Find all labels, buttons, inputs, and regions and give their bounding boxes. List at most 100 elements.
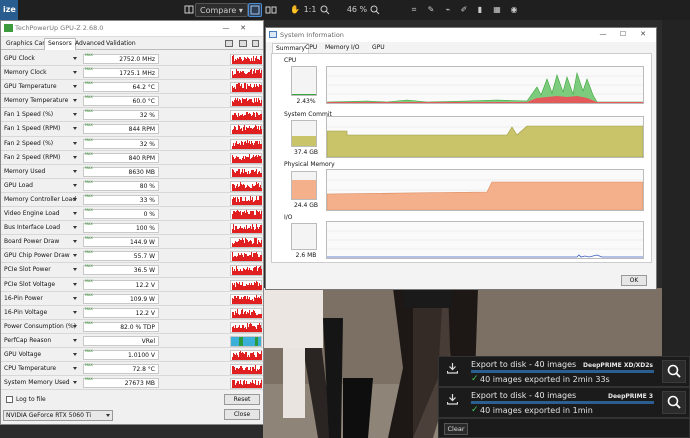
search-icon xyxy=(667,364,681,378)
cpu-usage-fill xyxy=(292,94,316,95)
chevron-down-icon[interactable] xyxy=(73,296,77,300)
gradient-icon[interactable]: ▦ xyxy=(491,3,503,17)
zoom-1to1-button[interactable]: 1:1 xyxy=(302,3,318,17)
tab-validation[interactable]: Validation xyxy=(103,39,139,50)
chevron-down-icon[interactable] xyxy=(73,169,77,173)
split-view-button[interactable] xyxy=(264,3,278,17)
commit-history-area xyxy=(326,125,644,158)
sensor-graph xyxy=(230,265,262,277)
chevron-down-icon[interactable] xyxy=(73,212,77,216)
chevron-down-icon[interactable] xyxy=(73,324,77,328)
chevron-down-icon[interactable] xyxy=(73,113,77,117)
graph-bar xyxy=(261,327,262,332)
reveal-button[interactable] xyxy=(662,391,686,414)
chevron-down-icon[interactable] xyxy=(73,141,77,145)
gpuz-tab-bar: Graphics Card Sensors Advanced Validatio… xyxy=(1,37,263,50)
close-icon[interactable]: ✕ xyxy=(636,29,650,40)
compare-icon[interactable] xyxy=(184,3,194,17)
download-icon xyxy=(447,394,458,405)
chevron-down-icon[interactable] xyxy=(73,381,77,385)
sensor-value: 144.9 W xyxy=(83,237,159,248)
memory-history-svg xyxy=(326,179,644,211)
eye-icon[interactable]: ◉ xyxy=(508,3,520,17)
tab-cpu[interactable]: CPU xyxy=(302,43,320,53)
chevron-down-icon[interactable] xyxy=(73,352,77,356)
sensor-max-tag: MAX xyxy=(85,320,93,325)
sensor-max-tag: MAX xyxy=(85,53,93,57)
export-title: Export to disk - 40 images xyxy=(471,360,577,369)
sensor-name: System Memory Used xyxy=(4,379,70,387)
sensor-name: GPU Clock xyxy=(4,55,35,62)
cpu-history-graph xyxy=(326,66,644,104)
graph-bar xyxy=(261,284,262,290)
pen-icon[interactable]: ✐ xyxy=(458,3,470,17)
menu-icon[interactable] xyxy=(252,40,259,47)
memory-usage-bar xyxy=(291,171,317,200)
chevron-down-icon[interactable] xyxy=(73,71,77,75)
chevron-down-icon[interactable] xyxy=(73,127,77,131)
chevron-down-icon[interactable] xyxy=(73,254,77,258)
sensor-value: 1725.1 MHz xyxy=(83,68,159,79)
minimize-icon[interactable]: — xyxy=(596,29,610,40)
tab-sensors[interactable]: Sensors xyxy=(44,38,76,50)
chevron-down-icon[interactable] xyxy=(73,85,77,89)
reveal-button[interactable] xyxy=(662,360,686,383)
eyedropper-icon[interactable]: ✎ xyxy=(425,3,437,17)
log-to-file-checkbox[interactable] xyxy=(6,396,13,403)
clear-button[interactable]: Clear xyxy=(444,423,468,435)
sensor-value: 12.2 V xyxy=(83,279,159,290)
camera-icon[interactable] xyxy=(225,40,233,47)
chevron-down-icon[interactable] xyxy=(73,183,77,187)
maximize-icon[interactable]: ☐ xyxy=(616,29,630,40)
chevron-down-icon[interactable] xyxy=(73,310,77,314)
graph-bar xyxy=(261,255,262,262)
sensor-value: 27673 MB xyxy=(83,378,159,389)
close-icon[interactable]: ✕ xyxy=(236,23,250,34)
zoom-out-icon[interactable] xyxy=(320,3,330,17)
reset-button[interactable]: Reset xyxy=(224,394,260,405)
tab-gpu[interactable]: GPU xyxy=(369,43,388,53)
chevron-down-icon[interactable] xyxy=(73,240,77,244)
crop-icon[interactable]: ⌗ xyxy=(408,3,420,17)
chevron-down-icon[interactable] xyxy=(73,367,77,371)
chevron-down-icon[interactable] xyxy=(73,338,77,342)
commit-usage-value: 37.4 GB xyxy=(293,149,319,156)
compare-button[interactable]: Compare ▾ xyxy=(195,3,248,17)
sensor-graph xyxy=(230,180,262,192)
zoom-in-icon[interactable] xyxy=(370,3,380,17)
refresh-icon[interactable] xyxy=(239,40,247,47)
single-view-button[interactable] xyxy=(248,3,262,17)
sensor-value: 0 % xyxy=(83,209,159,220)
chevron-down-icon[interactable] xyxy=(73,155,77,159)
sysinfo-titlebar[interactable]: System Information — ☐ ✕ xyxy=(266,28,656,42)
mask-icon[interactable]: ▮ xyxy=(474,3,486,17)
sysinfo-title: System Information xyxy=(280,31,344,39)
sensor-max-tag: MAX xyxy=(85,109,93,114)
sensor-max-tag: MAX xyxy=(85,165,93,170)
tab-io[interactable]: I/O xyxy=(348,43,363,53)
sensor-row: Bus Interface Load 100 % MAX xyxy=(1,221,263,236)
minimize-icon[interactable]: — xyxy=(219,23,233,34)
sensor-row: GPU Temperature 64.2 °C MAX xyxy=(1,80,263,95)
chevron-down-icon[interactable] xyxy=(73,197,77,201)
chevron-down-icon[interactable] xyxy=(73,226,77,230)
sensor-name: PCIe Slot Voltage xyxy=(4,280,56,288)
chevron-down-icon[interactable] xyxy=(73,268,77,272)
export-progress-bar xyxy=(471,370,654,373)
zoom-level-field[interactable]: 46 % xyxy=(345,3,369,17)
gpuz-titlebar[interactable]: TechPowerUp GPU-Z 2.68.0 — ✕ xyxy=(1,21,263,37)
chevron-down-icon[interactable] xyxy=(73,57,77,60)
cpu-history-svg xyxy=(326,71,644,104)
hand-icon[interactable]: ✋ xyxy=(289,3,301,17)
sensor-graph xyxy=(230,152,262,164)
brush-icon[interactable]: ⌁ xyxy=(442,3,454,17)
sensor-value: 60.0 °C xyxy=(83,96,159,107)
close-button[interactable]: Close xyxy=(224,409,260,420)
chevron-down-icon[interactable] xyxy=(73,282,77,286)
gpu-select[interactable]: NVIDIA GeForce RTX 5060 Ti xyxy=(3,410,113,421)
sensor-graph xyxy=(230,307,262,319)
chevron-down-icon[interactable] xyxy=(73,99,77,103)
sensor-value: 12.2 V xyxy=(83,307,159,318)
download-icon xyxy=(447,363,458,374)
ok-button[interactable]: OK xyxy=(621,275,647,286)
